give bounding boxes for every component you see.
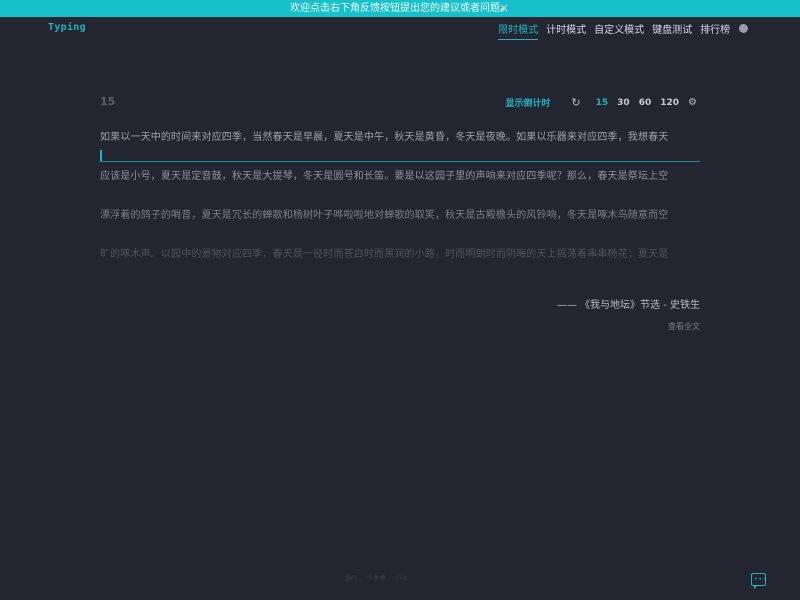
avatar[interactable] (739, 24, 748, 33)
footer-link-author[interactable]: 作者博 (367, 573, 385, 582)
footer-link-site[interactable]: 小站 (395, 573, 407, 582)
nav-item-keyboard-test[interactable]: 键盘测试 (652, 21, 692, 36)
time-option-15[interactable]: 15 (596, 98, 609, 108)
text-cursor (100, 150, 102, 161)
practice-controls: 显示倒计时 ↻ 15 30 60 120 ⚙ (505, 96, 697, 109)
nav-item-time-limit[interactable]: 限时模式 (498, 21, 539, 40)
chat-icon[interactable]: ••• (751, 573, 768, 589)
typing-area[interactable]: 如果以一天中的时间来对应四季，当然春天是早晨，夏天是中午，秋天是黄昏，冬天是夜晚… (100, 131, 700, 260)
chat-dots-icon: ••• (754, 576, 768, 583)
app-logo[interactable]: Typing (48, 22, 86, 33)
nav-item-leaderboard[interactable]: 排行榜 (700, 21, 730, 36)
footer-link-source[interactable]: 源码 (345, 573, 357, 582)
banner-text: 欢迎点击右下角反馈按钮提出您的建议或者问题。 (290, 3, 510, 14)
input-underline (100, 161, 700, 162)
nav-item-timer[interactable]: 计时模式 (546, 21, 586, 36)
time-option-60[interactable]: 60 (639, 98, 652, 108)
view-full-text-link[interactable]: 查看全文 (668, 321, 700, 332)
passage-line: 旷的啄木声。以园中的景物对应四季，春天是一径时而苍白时而黑润的小路，时而明朗时而… (100, 249, 669, 260)
time-option-30[interactable]: 30 (617, 98, 630, 108)
top-nav: 限时模式 计时模式 自定义模式 键盘测试 排行榜 ⚙ (498, 21, 748, 40)
announcement-banner: 欢迎点击右下角反馈按钮提出您的建议或者问题。 ✕ (0, 0, 800, 17)
countdown-value: 15 (100, 95, 116, 108)
time-option-120[interactable]: 120 (660, 98, 679, 108)
nav-item-custom[interactable]: 自定义模式 (594, 21, 644, 36)
passage-line: 漂浮着的鸽子的哨音，夏天是冗长的蝉歌和杨树叶子哗啦啦地对蝉歌的取笑，秋天是古殿檐… (100, 210, 669, 221)
footer-links: 源码 作者博 小站 (345, 573, 407, 582)
passage-line: 应该是小号，夏天是定音鼓，秋天是大提琴，冬天是圆号和长笛。要是以这园子里的声响来… (100, 171, 669, 182)
gear-icon[interactable]: ⚙ (688, 97, 697, 108)
passage-source: —— 《我与地坛》节选 - 史铁生 (556, 300, 700, 311)
show-countdown-toggle[interactable]: 显示倒计时 (505, 96, 550, 109)
close-icon[interactable]: ✕ (498, 0, 510, 17)
passage-line: 如果以一天中的时间来对应四季，当然春天是早晨，夏天是中午，秋天是黄昏，冬天是夜晚… (100, 132, 669, 143)
reload-icon[interactable]: ↻ (571, 96, 580, 109)
